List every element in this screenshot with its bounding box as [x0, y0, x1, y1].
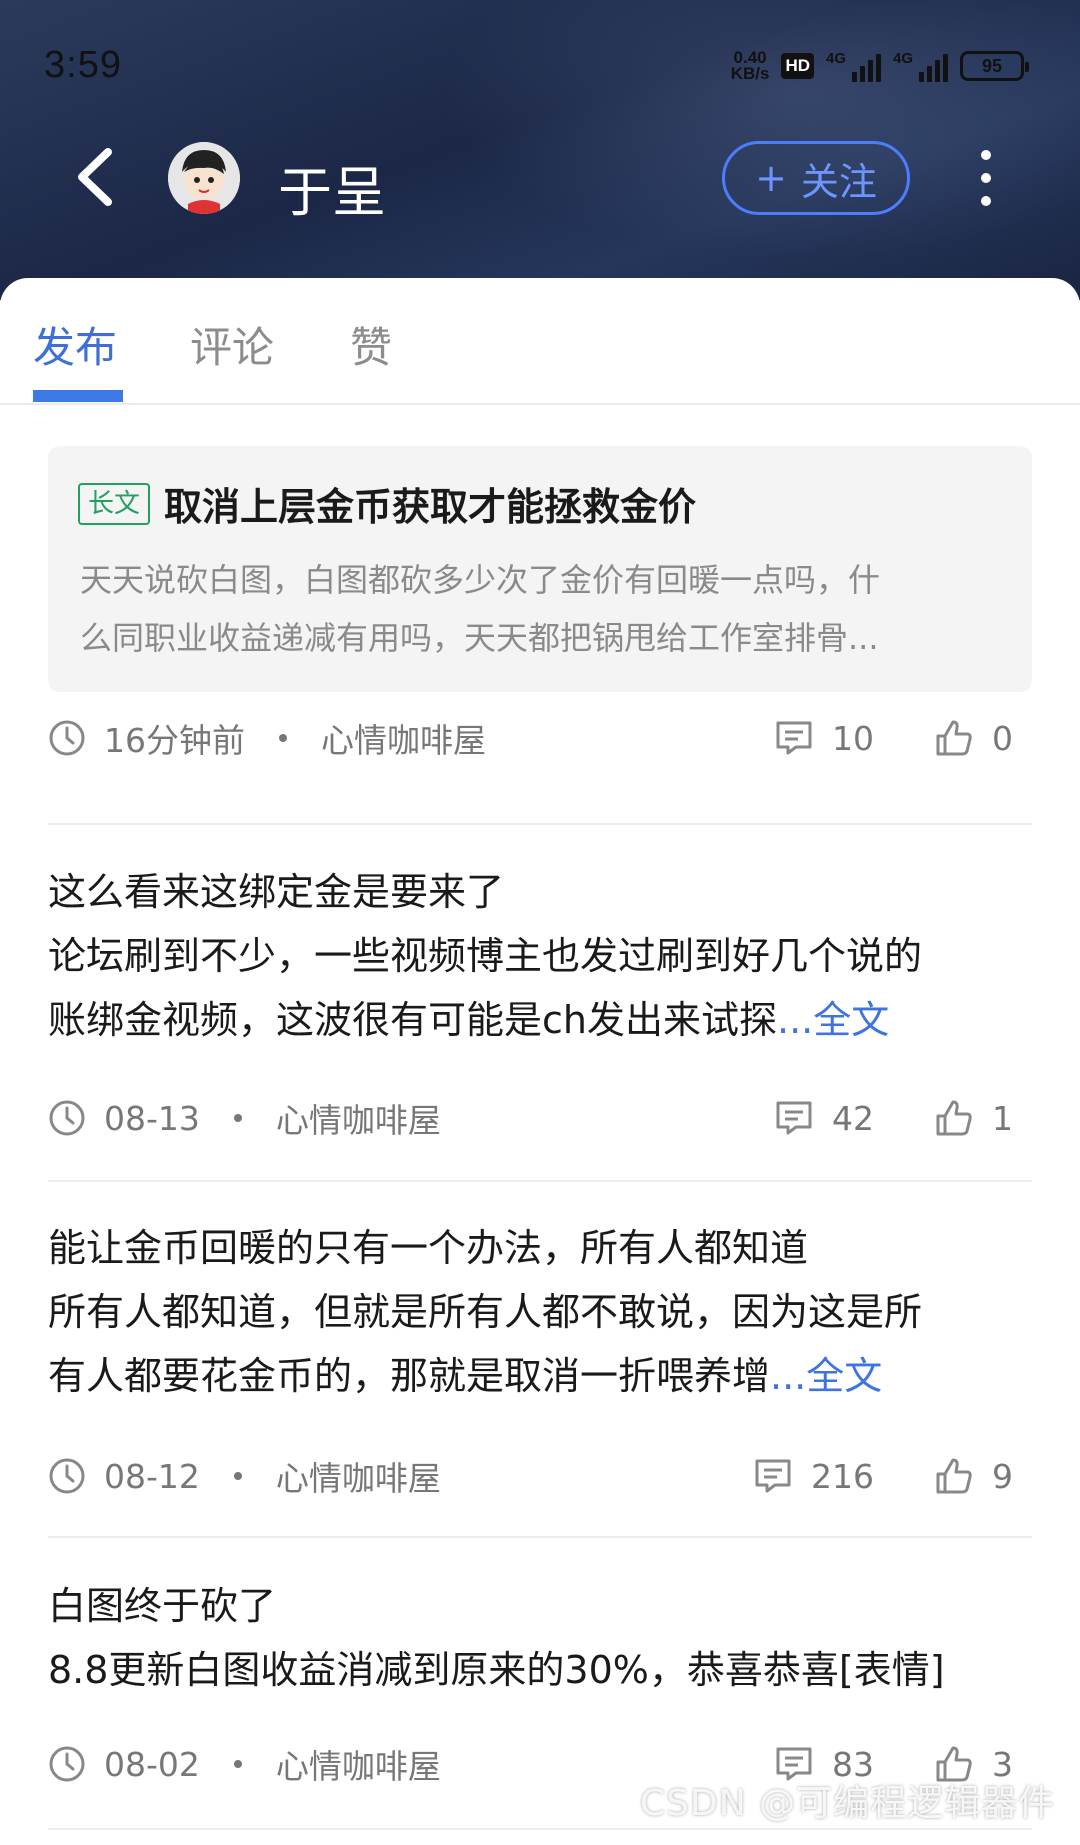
forum-name[interactable]: 心情咖啡屋: [321, 714, 486, 762]
post-time: 16分钟前: [104, 721, 245, 760]
post-time: 08-02: [104, 1744, 200, 1784]
avatar-cartoon-icon: [168, 142, 240, 214]
thumbs-up-icon[interactable]: [934, 1098, 974, 1138]
post-title: 这么看来这绑定金是要来了: [48, 870, 505, 914]
more-vertical-icon: [981, 150, 991, 160]
plus-icon: +: [755, 156, 787, 200]
tab-posts[interactable]: 发布: [33, 314, 117, 375]
post-meta: 08-13 心情咖啡屋 42 1: [48, 1088, 1032, 1148]
like-count: 0: [992, 718, 1013, 758]
post-title: 能让金币回暖的只有一个办法，所有人都知道: [48, 1226, 809, 1270]
follow-label: 关注: [800, 159, 877, 204]
content-panel: 发布 评论 赞 长文 取消上层金币获取才能拯救金价 天天说砍白图，白图都砍多少次…: [0, 278, 1080, 1845]
status-time: 3:59: [44, 44, 122, 86]
divider: [48, 1536, 1032, 1538]
separator-dot: [279, 734, 287, 742]
hd-voice-badge: HD: [781, 53, 814, 79]
back-arrow-icon: [78, 148, 112, 206]
follow-button[interactable]: + 关注: [722, 141, 910, 215]
separator-dot: [233, 1472, 242, 1480]
watermark: CSDN @可编程逻辑器件: [640, 1783, 1056, 1824]
network-speed: 0.40 KB/s: [730, 48, 770, 83]
clock-icon: [49, 1458, 85, 1494]
back-button[interactable]: [66, 142, 126, 212]
long-article-badge: 长文: [78, 482, 151, 525]
forum-name[interactable]: 心情咖啡屋: [276, 1452, 441, 1500]
divider: [48, 1828, 1032, 1830]
post-meta: 16分钟前 心情咖啡屋 10 0: [48, 708, 1032, 768]
post-title: 白图终于砍了: [48, 1584, 277, 1628]
user-name: 于呈: [278, 161, 386, 224]
status-indicators: 0.40 KB/s HD 4G 4G 95: [730, 46, 1029, 86]
tab-comments[interactable]: 评论: [190, 314, 274, 375]
more-options-button[interactable]: [966, 146, 1006, 210]
clock-icon: [49, 1100, 85, 1136]
post-body: 所有人都知道，但就是所有人都不敢说，因为这是所 有人都要花金币的，那就是取消一折…: [48, 1290, 923, 1398]
comment-count: 10: [832, 718, 874, 758]
active-tab-indicator: [33, 390, 123, 402]
read-full-link[interactable]: ...全文: [777, 998, 889, 1042]
divider: [48, 823, 1032, 825]
post-item[interactable]: 长文 取消上层金币获取才能拯救金价 天天说砍白图，白图都砍多少次了金价有回暖一点…: [48, 446, 1032, 806]
like-count: 9: [992, 1456, 1013, 1496]
status-bar: 3:59 0.40 KB/s HD 4G 4G 95: [0, 0, 1080, 130]
post-body: 8.8更新白图收益消减到原来的30%，恭喜恭喜[表情]: [48, 1648, 945, 1692]
divider: [48, 1180, 1032, 1182]
post-time: 08-13: [104, 1098, 200, 1138]
thumbs-up-icon[interactable]: [934, 718, 974, 758]
comment-icon[interactable]: [753, 1457, 793, 1495]
comment-icon[interactable]: [774, 1099, 814, 1137]
forum-name[interactable]: 心情咖啡屋: [276, 1094, 441, 1142]
comment-count: 216: [811, 1456, 874, 1496]
signal-strength-icon: 4G: [826, 50, 881, 82]
post-title: 取消上层金币获取才能拯救金价: [164, 485, 697, 529]
post-meta: 08-12 心情咖啡屋 216 9: [48, 1446, 1032, 1506]
thumbs-up-icon[interactable]: [934, 1456, 974, 1496]
post-item[interactable]: 能让金币回暖的只有一个办法，所有人都知道 所有人都知道，但就是所有人都不敢说，因…: [48, 1216, 1032, 1516]
post-excerpt: 天天说砍白图，白图都砍多少次了金价有回暖一点吗，什 么同职业收益递减有用吗，天天…: [80, 561, 881, 657]
post-body: 论坛刷到不少，一些视频博主也发过刷到好几个说的 账绑金视频，这波很有可能是ch发…: [48, 934, 923, 1042]
comment-count: 42: [832, 1098, 874, 1138]
signal-strength-icon-2: 4G: [893, 50, 948, 82]
clock-icon: [49, 720, 85, 756]
avatar[interactable]: [168, 142, 240, 214]
comment-icon[interactable]: [774, 719, 814, 757]
separator-dot: [233, 1760, 242, 1768]
tab-bar: 发布 评论 赞: [0, 278, 1080, 405]
clock-icon: [49, 1746, 85, 1782]
forum-name[interactable]: 心情咖啡屋: [276, 1740, 441, 1788]
post-time: 08-12: [104, 1456, 200, 1496]
post-item[interactable]: 白图终于砍了 8.8更新白图收益消减到原来的30%，恭喜恭喜[表情] 08-02…: [48, 1574, 1032, 1804]
like-count: 1: [992, 1098, 1013, 1138]
separator-dot: [233, 1114, 242, 1122]
read-full-link[interactable]: ...全文: [770, 1354, 882, 1398]
post-item[interactable]: 这么看来这绑定金是要来了 论坛刷到不少，一些视频博主也发过刷到好几个说的 账绑金…: [48, 860, 1032, 1160]
battery-icon: 95: [960, 51, 1029, 81]
long-article-card[interactable]: 长文 取消上层金币获取才能拯救金价 天天说砍白图，白图都砍多少次了金价有回暖一点…: [48, 446, 1032, 692]
tab-likes[interactable]: 赞: [350, 314, 392, 375]
